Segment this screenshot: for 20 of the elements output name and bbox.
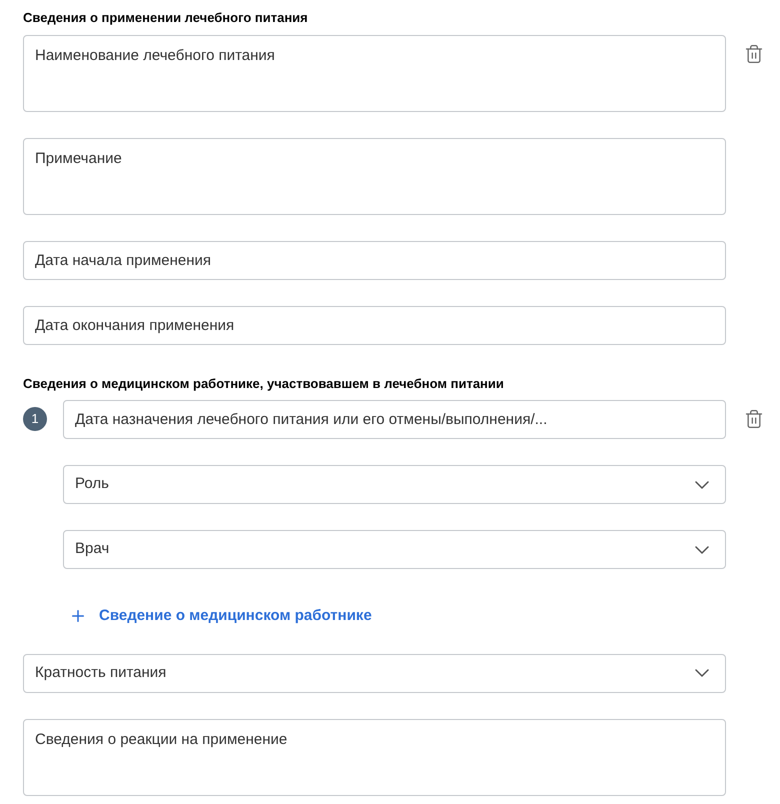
- input-field[interactable]: Дата назначения лечебного питания или его отмены/выполнения/...: [63, 400, 726, 439]
- select-field[interactable]: Врач: [63, 530, 726, 569]
- trash-icon: [744, 44, 764, 64]
- delete-button[interactable]: [744, 409, 764, 429]
- select-field[interactable]: Кратность питания: [23, 654, 726, 692]
- number-badge: 1: [23, 407, 47, 431]
- add-worker-link[interactable]: Сведение о медицинском работнике: [69, 605, 372, 628]
- section-title: Сведения о применении лечебного питания: [23, 9, 309, 27]
- trash-icon: [744, 409, 764, 429]
- delete-button[interactable]: [744, 44, 764, 64]
- text-area[interactable]: Наименование лечебного питания: [23, 34, 726, 112]
- chevron-down-icon: [695, 546, 709, 554]
- chevron-down-icon: [695, 480, 709, 488]
- text-area[interactable]: Примечание: [23, 138, 726, 214]
- input-field[interactable]: Дата начала применения: [23, 240, 726, 280]
- text-area[interactable]: Сведения о реакции на применение: [23, 718, 726, 796]
- input-field[interactable]: Дата окончания применения: [23, 306, 726, 344]
- chevron-down-icon: [695, 669, 709, 677]
- section-title: Сведения о медицинском работнике, участвовавшем в лечебном питании: [23, 374, 505, 393]
- select-field[interactable]: Роль: [63, 465, 726, 504]
